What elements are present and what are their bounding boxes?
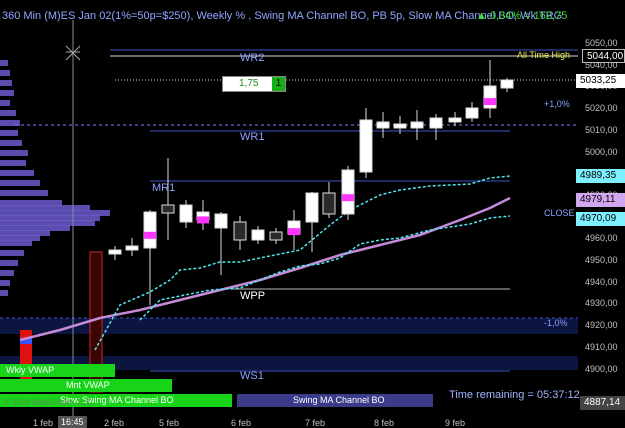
candle-body <box>500 79 514 89</box>
price-flag-bottom: 4887,14 <box>580 396 625 410</box>
x-tick-9feb: 9 feb <box>445 418 466 428</box>
volume-profile-bar <box>0 270 14 276</box>
order-quantity[interactable]: 1 <box>272 77 285 91</box>
volume-profile-bar <box>0 290 8 296</box>
volume-profile-bar <box>0 70 10 76</box>
candle-body <box>410 121 424 129</box>
price-flag-slow-ma: 4979,11 <box>576 193 625 207</box>
volume-profile-bar <box>0 110 16 116</box>
y-tick: 4920,00 <box>585 320 618 331</box>
y-tick: 5000,00 <box>585 146 618 157</box>
y-tick: 5020,00 <box>585 103 618 114</box>
candle-body <box>341 169 355 215</box>
volume-profile-bar <box>0 240 32 246</box>
candle-body <box>214 213 228 229</box>
y-tick: 4900,00 <box>585 363 618 374</box>
candle-body <box>251 229 265 241</box>
wr2-label: WR2 <box>240 52 265 64</box>
y-tick: 5050,00 <box>585 38 618 48</box>
y-tick: 5010,00 <box>585 124 618 135</box>
swing-label: Swing MA Channel BO <box>293 395 385 405</box>
wkly-vwap-bar: Wkly VWAP <box>0 364 115 377</box>
price-flag-channel-upper: 4989,35 <box>576 169 625 183</box>
x-tick-1feb: 1 feb <box>33 418 54 428</box>
close-label: CLOSE <box>544 208 575 218</box>
candle-body <box>108 249 122 255</box>
time-remaining: Time remaining = 05:37:12 <box>449 389 580 401</box>
candle-body <box>269 231 283 241</box>
volume-profile-bar <box>0 280 10 286</box>
candle-body <box>465 107 479 119</box>
pullback-marker <box>197 216 209 224</box>
mnt-vwap-bar: Mnt VWAP <box>0 379 172 392</box>
pullback-marker <box>288 228 300 236</box>
x-tick-8feb: 8 feb <box>374 418 395 428</box>
all-time-high-label: All Time High <box>517 50 571 60</box>
volume-profile-bar <box>0 190 48 196</box>
order-box[interactable]: 1,75 1 <box>222 76 286 92</box>
y-tick: 4930,00 <box>585 298 618 309</box>
watermark: © 2024 NinjaTrader, LLC <box>4 398 93 407</box>
candle-body <box>161 204 175 214</box>
volume-profile-bar <box>0 180 40 186</box>
x-tick-7feb: 7 feb <box>305 418 326 428</box>
pullback-marker <box>144 231 156 239</box>
candle-body <box>376 121 390 129</box>
volume-profile-bar <box>0 100 10 106</box>
y-tick: 4940,00 <box>585 276 618 287</box>
volume-profile-bar <box>0 80 12 86</box>
mnt-vwap-label: Mnt VWAP <box>66 380 110 390</box>
wpp-label: WPP <box>240 290 266 302</box>
candle-body <box>179 204 193 223</box>
pullback-marker <box>342 194 354 202</box>
x-tick-2feb: 2 feb <box>104 418 125 428</box>
price-flag-last: 5033,25 <box>576 74 625 88</box>
volume-profile-bar <box>0 140 22 146</box>
volume-profile-bar <box>0 160 26 166</box>
volume-profile-bar <box>0 260 18 266</box>
pullback-marker <box>484 98 496 106</box>
wkly-vwap-label: Wkly VWAP <box>6 365 55 375</box>
y-tick: 4950,00 <box>585 255 618 265</box>
x-tick-5feb: 5 feb <box>159 418 180 428</box>
x-tick-cursor: 16:45 <box>58 416 87 428</box>
candle-body <box>305 192 319 223</box>
minus-one-percent-label: -1,0% <box>544 318 568 328</box>
candle-body <box>448 117 462 123</box>
volume-profile-bar <box>0 90 14 96</box>
candle-body <box>233 221 247 241</box>
volume-profile-bar <box>0 250 24 256</box>
order-price: 1,75 <box>239 78 259 89</box>
candle-body <box>143 211 157 249</box>
mr1-label: MR1 <box>152 182 176 194</box>
volume-profile-bar <box>0 150 28 156</box>
y-tick: 4910,00 <box>585 341 618 352</box>
price-flag-channel-lower: 4970,09 <box>576 212 625 226</box>
candle-body <box>322 192 336 215</box>
volume-profile-bar <box>0 60 8 66</box>
y-tick: 4960,00 <box>585 233 618 244</box>
percent-change-readout: ▲ 0,34% = 162,75 <box>476 10 568 22</box>
price-flag-ath: 5044,00 <box>582 49 625 63</box>
candle-body <box>125 245 139 251</box>
wr1-label: WR1 <box>240 131 265 143</box>
volume-profile-bar <box>0 170 34 176</box>
candle-body <box>359 119 373 173</box>
plus-one-percent-label: +1,0% <box>544 99 570 109</box>
ws1-label: WS1 <box>240 370 264 382</box>
candle-body <box>393 123 407 129</box>
swing-bar: Swing MA Channel BO <box>237 394 433 407</box>
x-tick-6feb: 6 feb <box>231 418 252 428</box>
volume-profile-bar <box>0 130 18 136</box>
candle-body <box>429 117 443 129</box>
